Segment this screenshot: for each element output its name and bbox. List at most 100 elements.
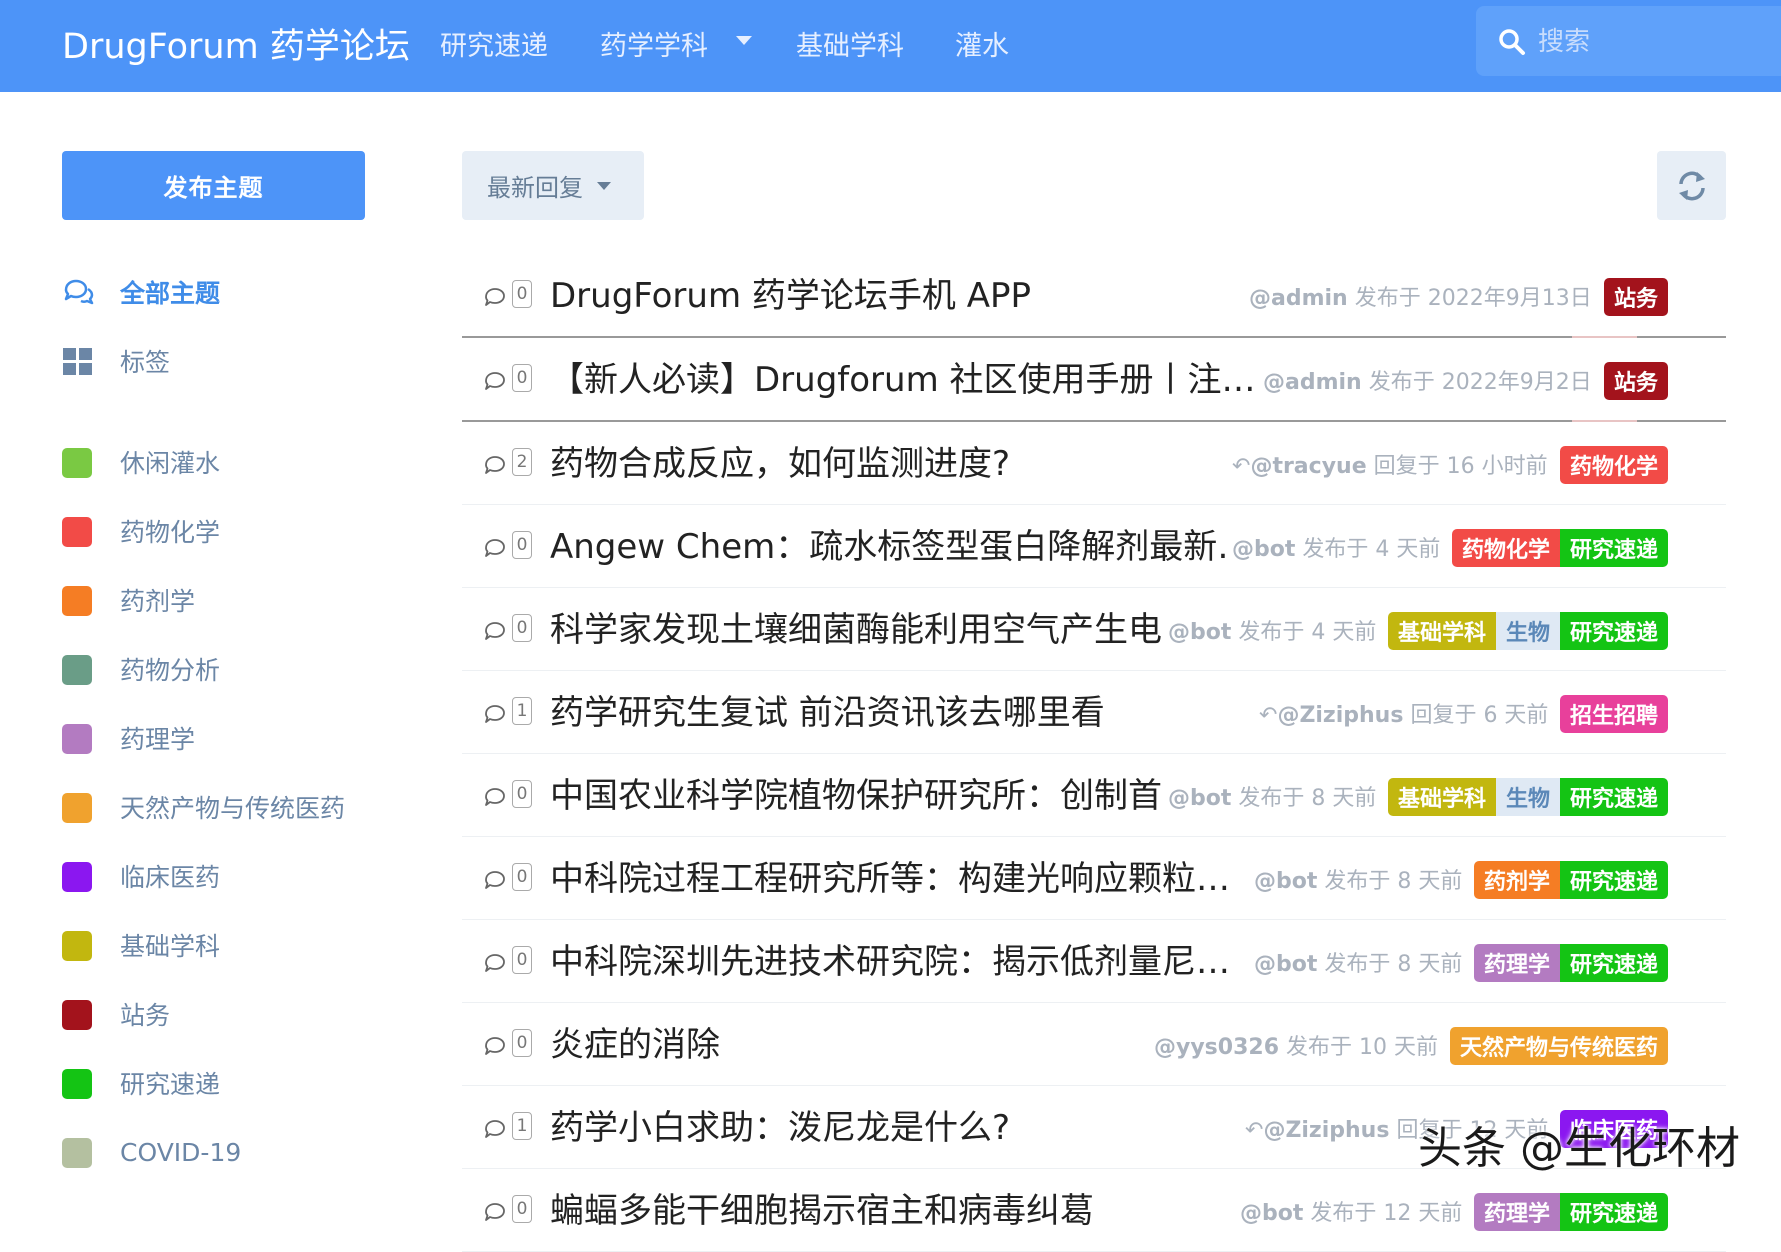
- nav-chat[interactable]: 灌水: [955, 24, 1009, 63]
- topic-row[interactable]: 0 DrugForum 药学论坛手机 APP 站务 @admin 发布于 2022年9…: [462, 254, 1726, 338]
- sort-dropdown[interactable]: 最新回复: [462, 151, 644, 220]
- topic-row[interactable]: 0 炎症的消除 天然产物与传统医药 @yys0326 发布于 10 天前: [462, 1003, 1726, 1086]
- tag-badge[interactable]: 研究速递: [1560, 1193, 1669, 1231]
- topic-author[interactable]: @tracyue: [1250, 454, 1366, 479]
- nav-pharmacy-subjects[interactable]: 药学学科: [600, 24, 708, 63]
- sidebar-item-category[interactable]: 药物化学: [62, 511, 220, 551]
- topic-title[interactable]: 【新人必读】Drugforum 社区使用手册丨注…: [550, 352, 1256, 401]
- reply-count: 0: [512, 531, 532, 559]
- tag-badge[interactable]: 招生招聘: [1560, 695, 1669, 733]
- tag-badge[interactable]: 基础学科: [1388, 612, 1497, 650]
- site-logo[interactable]: DrugForum 药学论坛: [62, 18, 410, 69]
- category-color-swatch: [62, 1069, 92, 1099]
- sidebar-item-label: 临床医药: [120, 863, 221, 892]
- topic-author[interactable]: @bot: [1240, 1201, 1303, 1226]
- refresh-icon: [1678, 171, 1705, 200]
- topic-row[interactable]: 0 科学家发现土壤细菌酶能利用空气产生电能 基础学科 生物 研究速递 @bot 发布于 4…: [462, 588, 1726, 671]
- search-input[interactable]: [1536, 20, 1780, 64]
- search-box[interactable]: [1476, 6, 1781, 76]
- nav-research-express[interactable]: 研究速递: [440, 24, 548, 63]
- new-topic-button[interactable]: 发布主题: [62, 151, 365, 220]
- sidebar-item-label: 药物分析: [120, 656, 221, 685]
- topic-row[interactable]: 0 中科院深圳先进技术研究院：揭示低剂量尼… 药理学 研究速递 @bot 发布于 8 天…: [462, 920, 1726, 1003]
- topic-tags: 药剂学 研究速递: [1474, 861, 1669, 899]
- tag-badge[interactable]: 研究速递: [1560, 612, 1669, 650]
- topic-title[interactable]: 药物合成反应，如何监测进度?: [550, 436, 1010, 485]
- topic-title[interactable]: 药学小白求助：泼尼龙是什么?: [550, 1100, 1010, 1149]
- reply-count: 0: [512, 946, 532, 974]
- sidebar-item-category[interactable]: 研究速递: [62, 1063, 220, 1103]
- topic-title[interactable]: 中国农业科学院植物保护研究所：创制首个…: [550, 768, 1162, 817]
- tag-badge[interactable]: 药剂学: [1474, 861, 1561, 899]
- topic-author[interactable]: @bot: [1168, 786, 1231, 811]
- sidebar-item-category[interactable]: COVID-19: [62, 1132, 241, 1172]
- topic-author[interactable]: @Ziziphus: [1277, 703, 1403, 728]
- sidebar-item-category[interactable]: 药物分析: [62, 649, 220, 689]
- sidebar-item-label: 基础学科: [120, 932, 221, 961]
- tag-badge[interactable]: 生物: [1496, 612, 1561, 650]
- watermark: 头条 @生化环材: [1418, 1123, 1740, 1174]
- topic-author[interactable]: @admin: [1263, 370, 1362, 395]
- topic-row[interactable]: 0 中科院过程工程研究所等：构建光响应颗粒… 药剂学 研究速递 @bot 发布于 8 天…: [462, 837, 1726, 920]
- topic-author[interactable]: @bot: [1168, 620, 1231, 645]
- topic-meta: @bot 发布于 8 天前: [1168, 780, 1376, 812]
- topic-author[interactable]: @bot: [1232, 537, 1295, 562]
- sidebar-item-category[interactable]: 天然产物与传统医药: [62, 787, 345, 827]
- topic-tags: 站务: [1604, 278, 1669, 316]
- topic-title[interactable]: DrugForum 药学论坛手机 APP: [550, 268, 1031, 317]
- topic-row[interactable]: 1 药学研究生复试 前沿资讯该去哪里看 招生招聘 ↶@Ziziphus 回复于 6 天…: [462, 671, 1726, 754]
- comment-bubble-icon: [485, 954, 505, 972]
- tag-badge[interactable]: 基础学科: [1388, 778, 1497, 816]
- sidebar-item-category[interactable]: 临床医药: [62, 856, 220, 896]
- tag-badge[interactable]: 药物化学: [1452, 529, 1561, 567]
- tag-badge[interactable]: 站务: [1604, 362, 1669, 400]
- topic-tags: 药物化学 研究速递: [1452, 529, 1669, 567]
- sidebar-item-all-topics[interactable]: 全部主题: [62, 272, 220, 312]
- sidebar-item-label: COVID-19: [120, 1137, 242, 1167]
- topic-row[interactable]: 2 药物合成反应，如何监测进度? 药物化学 ↶@tracyue 回复于 16 小时前: [462, 422, 1726, 505]
- refresh-button[interactable]: [1657, 151, 1726, 220]
- topic-meta: @yys0326 发布于 10 天前: [1154, 1029, 1438, 1061]
- topic-author[interactable]: @Ziziphus: [1263, 1118, 1389, 1143]
- topic-author[interactable]: @yys0326: [1154, 1035, 1279, 1060]
- topic-title[interactable]: 中科院过程工程研究所等：构建光响应颗粒…: [550, 851, 1230, 900]
- topic-row[interactable]: 0 【新人必读】Drugforum 社区使用手册丨注… 站务 @admin 发布于 2…: [462, 338, 1726, 422]
- sort-label: 最新回复: [487, 174, 583, 202]
- sidebar-item-category[interactable]: 休闲灌水: [62, 442, 220, 482]
- sidebar-item-label: 全部主题: [120, 279, 221, 308]
- nav-basic-subjects[interactable]: 基础学科: [796, 24, 904, 63]
- tag-badge[interactable]: 药理学: [1474, 944, 1561, 982]
- tag-badge[interactable]: 研究速递: [1560, 778, 1669, 816]
- topic-author[interactable]: @bot: [1254, 952, 1317, 977]
- tag-badge[interactable]: 天然产物与传统医药: [1450, 1027, 1669, 1065]
- sidebar-item-tags[interactable]: 标签: [62, 341, 170, 381]
- topic-tags: 药理学 研究速递: [1474, 944, 1669, 982]
- topic-row[interactable]: 0 Angew Chem：疏水标签型蛋白降解剂最新… 药物化学 研究速递 @bot 发布…: [462, 505, 1726, 588]
- tag-badge[interactable]: 药物化学: [1560, 446, 1669, 484]
- tag-badge[interactable]: 药理学: [1474, 1193, 1561, 1231]
- tag-badge[interactable]: 研究速递: [1560, 861, 1669, 899]
- sidebar-item-label: 标签: [120, 348, 171, 377]
- chevron-down-icon[interactable]: [736, 36, 752, 45]
- topic-title[interactable]: 炎症的消除: [550, 1017, 720, 1066]
- sidebar-item-label: 休闲灌水: [120, 449, 221, 478]
- tag-badge[interactable]: 研究速递: [1560, 529, 1669, 567]
- topic-row[interactable]: 0 蝙蝠多能干细胞揭示宿主和病毒纠葛 药理学 研究速递 @bot 发布于 12 天前: [462, 1169, 1726, 1252]
- topic-author[interactable]: @bot: [1254, 869, 1317, 894]
- tag-badge[interactable]: 生物: [1496, 778, 1561, 816]
- topic-author[interactable]: @admin: [1249, 286, 1348, 311]
- topic-title[interactable]: 蝙蝠多能干细胞揭示宿主和病毒纠葛: [550, 1183, 1094, 1232]
- sidebar-item-category[interactable]: 药剂学: [62, 580, 195, 620]
- sidebar-item-category[interactable]: 站务: [62, 994, 170, 1034]
- topic-row[interactable]: 0 中国农业科学院植物保护研究所：创制首个… 基础学科 生物 研究速递 @bot 发布于 …: [462, 754, 1726, 837]
- topic-title[interactable]: 中科院深圳先进技术研究院：揭示低剂量尼…: [550, 934, 1230, 983]
- topic-title[interactable]: 科学家发现土壤细菌酶能利用空气产生电能: [550, 602, 1162, 651]
- topic-title[interactable]: Angew Chem：疏水标签型蛋白降解剂最新…: [550, 519, 1226, 568]
- tag-badge[interactable]: 研究速递: [1560, 944, 1669, 982]
- tag-badge[interactable]: 站务: [1604, 278, 1669, 316]
- sidebar-item-category[interactable]: 药理学: [62, 718, 195, 758]
- topic-meta: @bot 发布于 8 天前: [1254, 946, 1462, 978]
- topic-title[interactable]: 药学研究生复试 前沿资讯该去哪里看: [550, 685, 1105, 734]
- reply-count: 0: [512, 1029, 532, 1057]
- sidebar-item-category[interactable]: 基础学科: [62, 925, 220, 965]
